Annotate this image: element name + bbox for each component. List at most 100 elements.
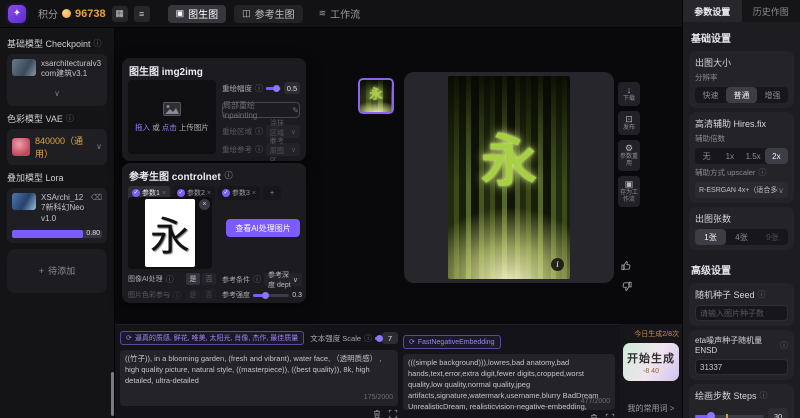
remove-image-icon[interactable]: × (199, 199, 210, 210)
positive-prompt-text: ((竹子)), in a blooming garden, (fresh and… (125, 354, 381, 385)
lora-card[interactable]: XSArchi_127新科幻Neov1.0 ⌫ 0.80 (7, 188, 107, 243)
batch-title: 出图张数 (695, 212, 731, 225)
thumbs-down-icon[interactable] (621, 279, 632, 297)
chevron-down-icon[interactable]: ∨ (96, 142, 102, 151)
generated-image[interactable]: 永 i (448, 76, 570, 279)
tab-reference-gen[interactable]: ◫ 参考生图 (234, 5, 303, 23)
download-button[interactable]: ↓ 下载 (618, 82, 640, 106)
option-fast[interactable]: 快速 (695, 87, 726, 103)
negative-embedding-chip[interactable]: ⟳ FastNegativeEmbedding (403, 335, 501, 349)
tab-label: 图生图 (188, 6, 218, 21)
prompt-suggestion-chip[interactable]: ⟳ 逼真的质感, 鲜花, 唯美, 太阳光, 肖像, 杰作, 最佳质量 (120, 331, 304, 345)
negative-prompt-textarea[interactable]: (((simple background))),lowres,bad anato… (403, 354, 615, 410)
positive-prompt-textarea[interactable]: ((竹子)), in a blooming garden, (fresh and… (120, 350, 398, 406)
add-controlnet-tab[interactable]: + (263, 186, 281, 200)
controlnet-reference-image[interactable]: 永 (145, 199, 195, 267)
thumbs-up-icon[interactable] (621, 258, 632, 276)
delete-icon[interactable]: ⌫ (91, 193, 102, 202)
strength-value: 0.3 (292, 292, 302, 299)
advanced-settings-header: 高级设置 (683, 254, 800, 279)
edit-icon: ✎ (292, 106, 299, 115)
denoise-slider[interactable] (266, 87, 281, 90)
controlnet-tab-3[interactable]: ✓ 参数3 × (218, 186, 260, 200)
plus-icon: + (270, 190, 274, 197)
steps-value[interactable]: 30 (768, 408, 788, 418)
checkpoint-card[interactable]: xsarchitecturalv3com建筑v3.1 ∨ (7, 54, 107, 106)
generate-column: 今日生成2/8次 开始生成 -8 40 我的常用词 > (620, 324, 682, 418)
ensd-input[interactable] (695, 359, 788, 375)
strength-slider[interactable] (253, 294, 289, 297)
ai-process-no-button[interactable]: 否 (202, 273, 216, 285)
option-2x[interactable]: 2x (765, 148, 788, 164)
option-1-image[interactable]: 1张 (695, 229, 726, 245)
expand-prompt-icon[interactable] (388, 409, 398, 418)
chevron-down-icon[interactable]: ∨ (54, 89, 60, 98)
generate-button[interactable]: 开始生成 -8 40 (623, 343, 679, 381)
option-1-5x[interactable]: 1.5x (742, 148, 765, 164)
credits: 积分 96738 (38, 6, 106, 21)
close-icon[interactable]: × (207, 190, 211, 197)
ref-condition-row: 参考条件 ⓘ 参考深度 dept ∨ (222, 273, 302, 286)
lora-weight-slider[interactable]: 0.80 (12, 230, 102, 238)
favorite-words-link[interactable]: 我的常用词 > (623, 403, 679, 414)
reuse-params-icon: ⚙ (625, 143, 633, 153)
option-normal[interactable]: 普通 (726, 87, 757, 103)
tool-label: 发布 (623, 125, 635, 132)
checkpoint-thumbnail (12, 59, 36, 76)
image-viewer-panel: 永 i (404, 72, 614, 283)
option-enhanced[interactable]: 增强 (757, 87, 788, 103)
negative-char-count: 477/2000 (581, 397, 610, 407)
ai-process-yes-button[interactable]: 是 (186, 273, 200, 285)
seed-input[interactable] (695, 305, 788, 321)
add-lora-button[interactable]: + 待添加 (7, 249, 107, 293)
settings-sidebar: 参数设置 历史作图 基础设置 出图大小 分辨率 快速 普通 增强 高清辅助 Hi… (682, 0, 800, 418)
save-workflow-button[interactable]: ▣ 存为工作流 (618, 176, 640, 207)
grid-view-icon[interactable]: ▦ (112, 6, 128, 22)
view-ai-processed-button[interactable]: 查看AI处理图片 (226, 219, 300, 237)
condition-dropdown[interactable]: 参考深度 dept ∨ (264, 273, 302, 286)
image-upload-dropzone[interactable]: 拖入 或 点击 上传图片 (128, 80, 216, 154)
close-icon[interactable]: × (252, 190, 256, 197)
image-tools-column: ↓ 下载 ⊡ 发布 ⚙ 参数重用 ▣ 存为工作流 (618, 82, 640, 212)
scale-slider[interactable] (375, 337, 379, 340)
chevron-down-icon: ∨ (778, 186, 784, 195)
reuse-params-button[interactable]: ⚙ 参数重用 (618, 140, 640, 171)
refresh-icon: ⟳ (126, 334, 132, 342)
cn-tab-label: 参数3 (232, 188, 250, 198)
tab-history[interactable]: 历史作图 (742, 0, 800, 22)
option-1x[interactable]: 1x (718, 148, 741, 164)
thumb-glyph: 永 (369, 83, 382, 102)
checkpoint-section-label: 基础模型 Checkpoint ⓘ (7, 37, 107, 50)
ref-dropdown[interactable]: 参考原图 or ∨ (266, 143, 300, 156)
reference-glyph: 永 (150, 204, 190, 262)
strength-label: 参考强度 (222, 290, 250, 300)
result-thumbnail[interactable]: 永 (358, 78, 394, 114)
lora-thumbnail (12, 193, 36, 210)
hires-fix-card: 高清辅助 Hires.fix 辅助倍数 无 1x 1.5x 2x 辅助方式 up… (689, 112, 794, 203)
denoise-value[interactable]: 0.5 (284, 82, 300, 94)
scale-value[interactable]: 7 (382, 332, 398, 344)
inpainting-button[interactable]: 局部重绘 inpainting ✎ (222, 102, 300, 118)
tab-workflow[interactable]: ≋ 工作流 (311, 5, 369, 23)
tab-parameters[interactable]: 参数设置 (683, 0, 742, 22)
clear-negative-icon[interactable] (589, 413, 599, 418)
expand-negative-icon[interactable] (605, 413, 615, 418)
info-icon: ⓘ (225, 170, 233, 181)
upscaler-dropdown[interactable]: R-ESRGAN 4x+（适合多种风 ∨ (695, 182, 788, 198)
image-info-icon[interactable]: i (551, 258, 564, 271)
option-none[interactable]: 无 (695, 148, 718, 164)
denoise-label: 重绘幅度 (222, 83, 252, 94)
menu-icon[interactable]: ≡ (134, 6, 150, 22)
app-logo-icon[interactable]: ✦ (8, 5, 26, 23)
close-icon[interactable]: × (162, 190, 166, 197)
option-9-images: 9张 (757, 229, 788, 245)
batch-segmented: 1张 4张 9张 (695, 229, 788, 245)
coin-icon (62, 9, 71, 18)
steps-slider[interactable] (695, 415, 764, 418)
vae-card[interactable]: 840000（通用） ∨ (7, 129, 107, 165)
clear-prompt-icon[interactable] (372, 409, 382, 418)
option-4-images[interactable]: 4张 (726, 229, 757, 245)
sidebar-scrollbar[interactable] (111, 372, 114, 416)
publish-button[interactable]: ⊡ 发布 (618, 111, 640, 135)
tab-img2img[interactable]: ▣ 图生图 (168, 5, 227, 23)
